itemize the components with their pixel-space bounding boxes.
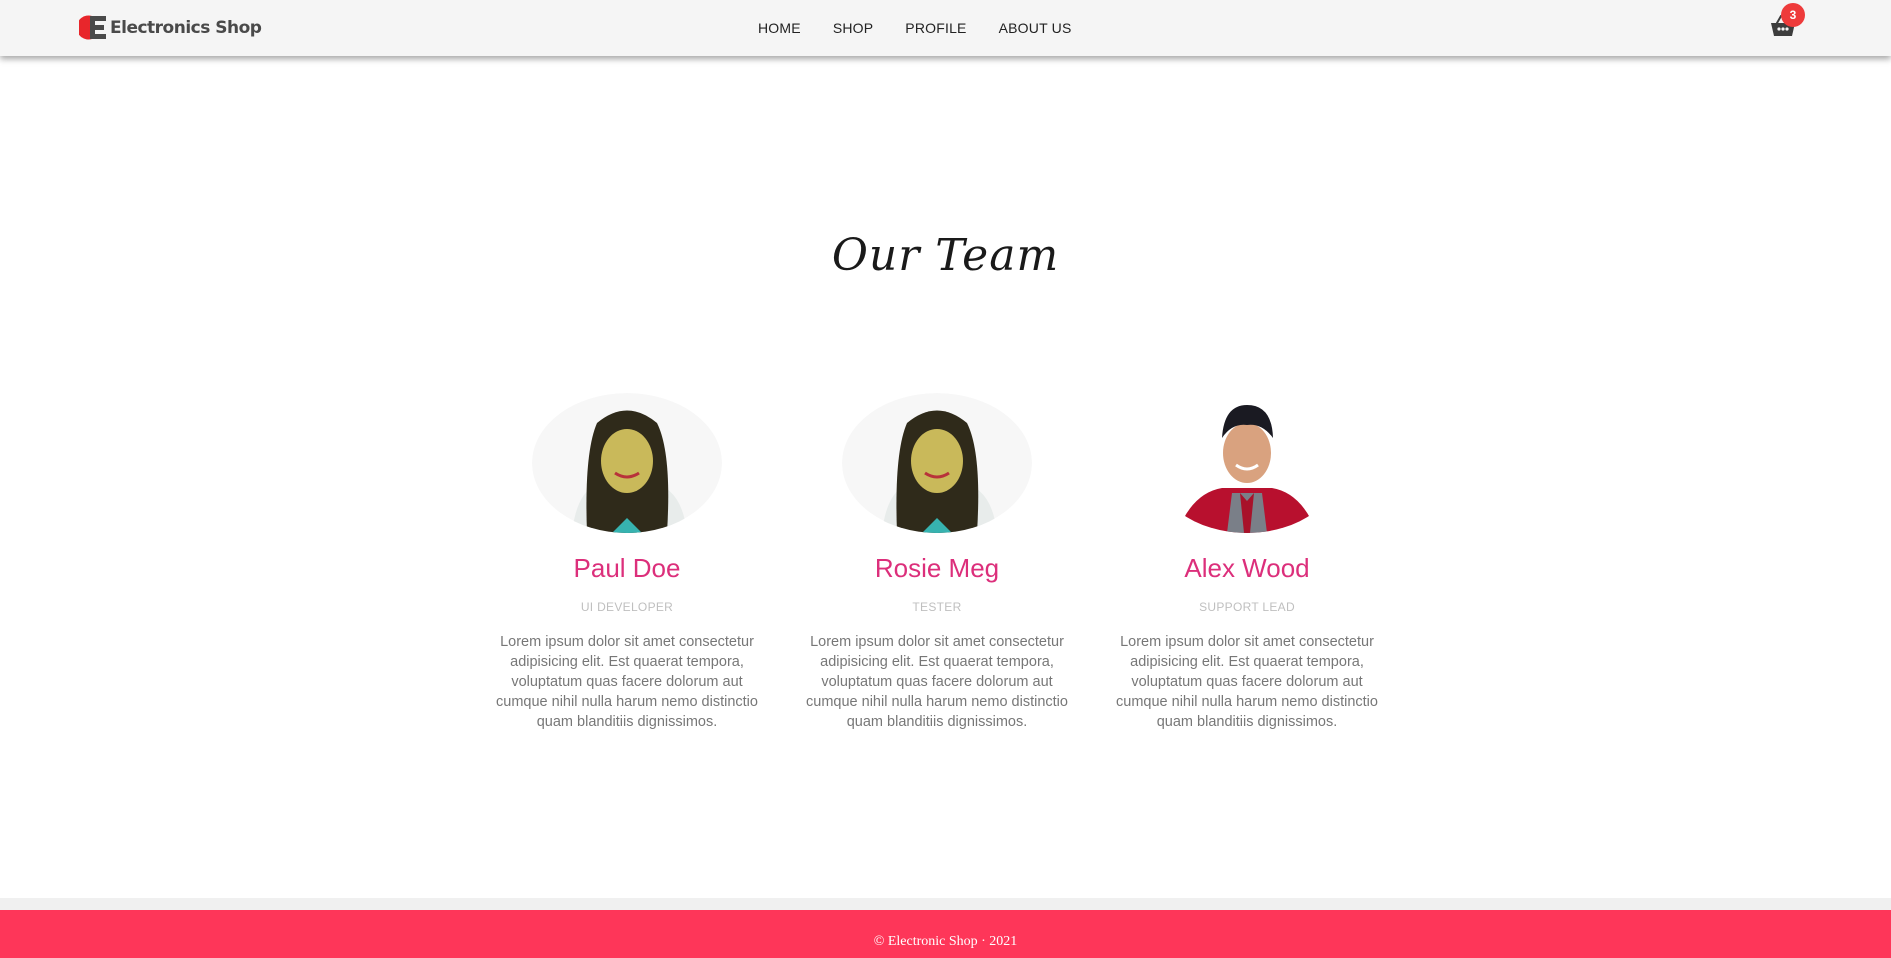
- member-role: SUPPORT LEAD: [1199, 600, 1295, 614]
- member-role: TESTER: [912, 600, 962, 614]
- page: Electronics Shop HOME SHOP PROFILE ABOUT…: [0, 0, 1891, 958]
- brand-name: Electronics Shop: [110, 17, 262, 38]
- member-bio: Lorem ipsum dolor sit amet consectetur a…: [496, 634, 758, 730]
- site-footer: © Electronic Shop · 2021: [0, 910, 1891, 958]
- brand-link[interactable]: Electronics Shop: [79, 15, 262, 40]
- team-member-card: Rosie Meg TESTER Lorem ipsum dolor sit a…: [802, 393, 1072, 732]
- team-member-card: Paul Doe UI DEVELOPER Lorem ipsum dolor …: [492, 393, 762, 732]
- section-title: Our Team: [831, 230, 1060, 281]
- member-role: UI DEVELOPER: [580, 600, 674, 614]
- member-name: Rosie Meg: [874, 553, 1000, 583]
- member-bio: Lorem ipsum dolor sit amet consectetur a…: [806, 634, 1068, 730]
- member-photo: [842, 393, 1032, 533]
- nav-shop[interactable]: SHOP: [833, 20, 873, 36]
- member-name: Paul Doe: [573, 553, 681, 583]
- cart-count-badge: 3: [1781, 3, 1805, 27]
- copyright-text: © Electronic Shop · 2021: [873, 934, 1018, 949]
- nav-home[interactable]: HOME: [758, 20, 801, 36]
- main-nav: HOME SHOP PROFILE ABOUT US: [758, 20, 1104, 36]
- footer-divider: [0, 898, 1891, 910]
- member-photo: [1152, 393, 1342, 533]
- nav-about-us[interactable]: ABOUT US: [999, 20, 1072, 36]
- member-bio: Lorem ipsum dolor sit amet consectetur a…: [1116, 634, 1378, 730]
- nav-profile[interactable]: PROFILE: [905, 20, 966, 36]
- team-member-card: Alex Wood SUPPORT LEAD Lorem ipsum dolor…: [1112, 393, 1382, 732]
- site-header: Electronics Shop HOME SHOP PROFILE ABOUT…: [0, 0, 1891, 56]
- member-name: Alex Wood: [1184, 553, 1310, 583]
- brand-e-logo-icon: [79, 15, 106, 40]
- member-photo: [532, 393, 722, 533]
